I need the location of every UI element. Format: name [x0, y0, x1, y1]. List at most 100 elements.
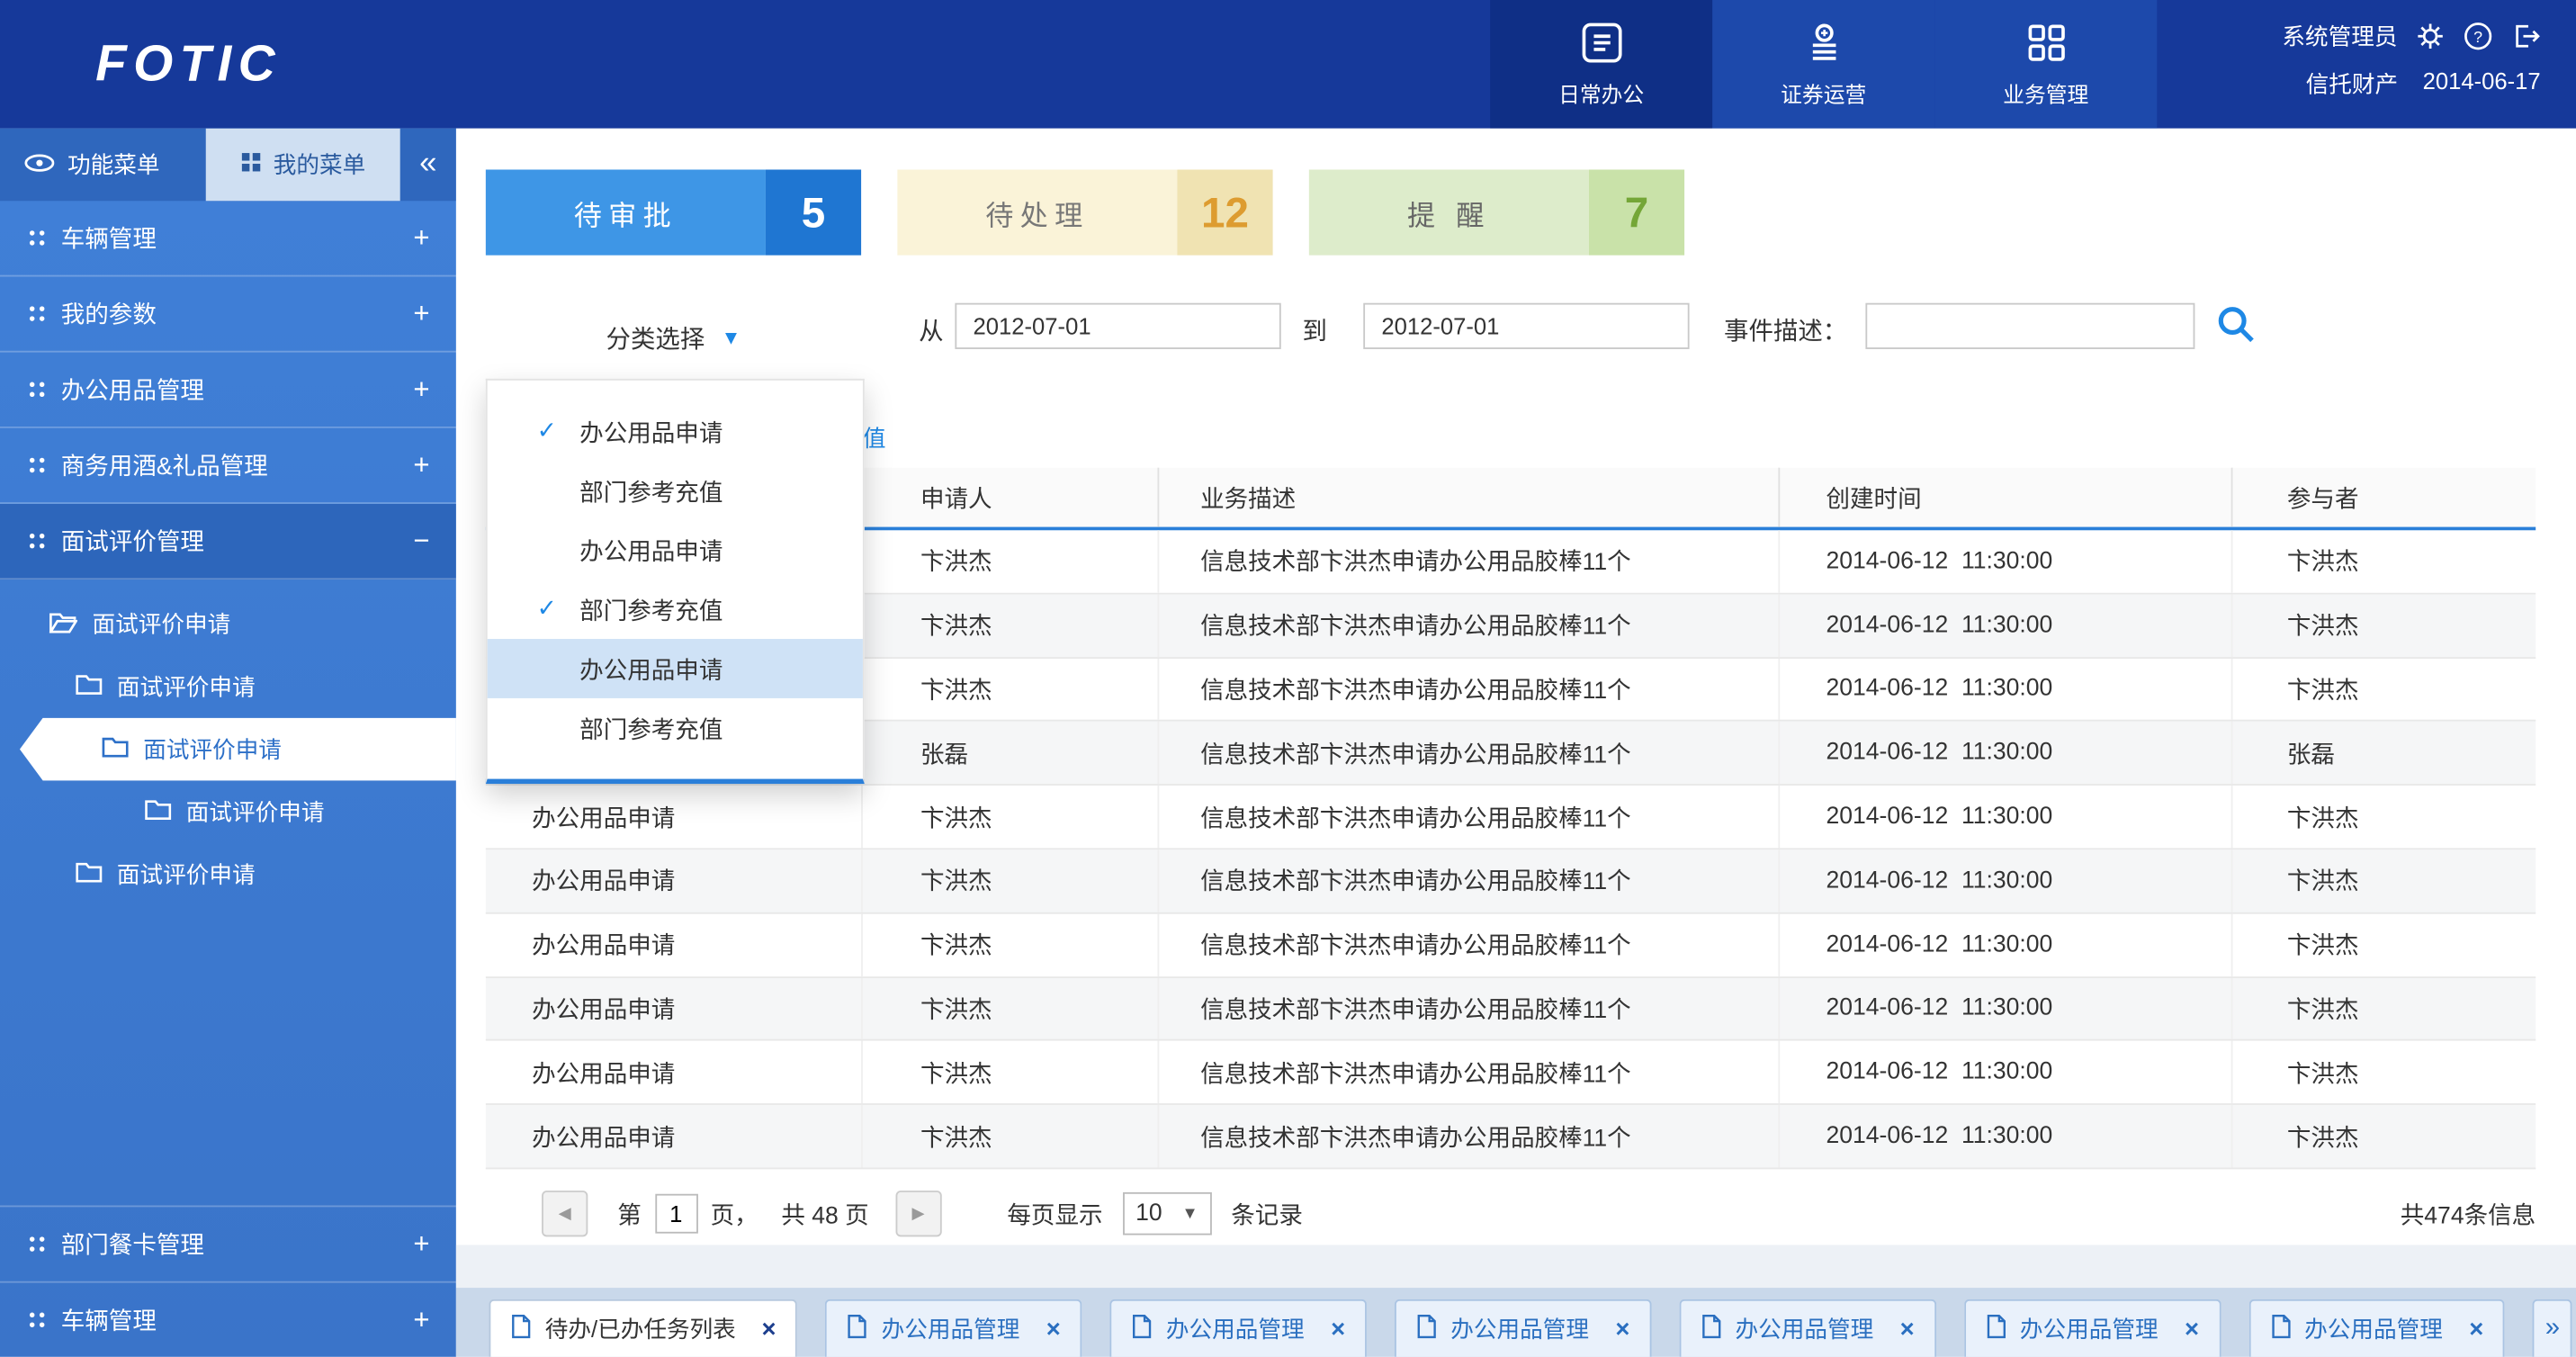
- table-row[interactable]: 办公用品申请 卞洪杰 信息技术部卞洪杰申请办公用品胶棒11个 2014-06-1…: [486, 913, 2536, 977]
- menu-dots-icon: [30, 306, 34, 310]
- card-pending-approval[interactable]: 待审批 5: [486, 169, 861, 255]
- close-icon[interactable]: ×: [1900, 1315, 1915, 1343]
- expand-plus-icon[interactable]: +: [410, 221, 434, 255]
- category-select[interactable]: 分类选择 ▼: [486, 296, 861, 380]
- tree-item-interview-request[interactable]: 面试评价申请: [0, 843, 456, 906]
- table-row[interactable]: 办公用品申请 卞洪杰 信息技术部卞洪杰申请办公用品胶棒11个 2014-06-1…: [486, 1041, 2536, 1105]
- total-records: 共474条信息: [2401, 1196, 2536, 1230]
- expand-plus-icon[interactable]: +: [410, 297, 434, 330]
- date-from-input[interactable]: [955, 303, 1280, 349]
- per-page-select[interactable]: 10 ▼: [1122, 1192, 1211, 1236]
- expand-plus-icon[interactable]: +: [410, 449, 434, 482]
- page-label: 第: [617, 1196, 642, 1230]
- close-icon[interactable]: ×: [761, 1315, 776, 1343]
- sidebar-item-office-supplies[interactable]: 办公用品管理 +: [0, 353, 456, 428]
- more-tabs-button[interactable]: »: [2533, 1299, 2572, 1357]
- card-pending-process[interactable]: 待处理 12: [897, 169, 1272, 255]
- close-icon[interactable]: ×: [2469, 1315, 2483, 1343]
- bottom-tab-office-supplies[interactable]: 办公用品管理 ×: [1110, 1299, 1367, 1357]
- collapse-sidebar-button[interactable]: «: [400, 129, 456, 202]
- expand-plus-icon[interactable]: +: [410, 1227, 434, 1261]
- bottom-tab-task-list[interactable]: 待办/已办任务列表 ×: [489, 1299, 798, 1357]
- status-cards: 待审批 5 待处理 12 提 醒 7: [486, 169, 1684, 255]
- dropdown-option[interactable]: ✓ 办公用品申请: [488, 639, 863, 698]
- event-desc-label: 事件描述：: [1724, 313, 1847, 347]
- collapse-minus-icon[interactable]: −: [410, 525, 434, 558]
- search-icon[interactable]: [2214, 303, 2257, 355]
- tree-item-interview-request[interactable]: 面试评价申请: [0, 655, 456, 718]
- screen: FOTIC 日常办公 证券运营 业务管理: [0, 0, 2576, 1357]
- settings-gear-icon[interactable]: [2416, 22, 2446, 51]
- sidebar-tabs: 功能菜单 我的菜单 «: [0, 129, 456, 202]
- nav-securities[interactable]: 证券运营: [1712, 0, 1934, 129]
- dropdown-option[interactable]: ✓ 部门参考充值: [488, 698, 863, 758]
- grid-icon: [240, 151, 262, 177]
- table-row[interactable]: 办公用品申请 卞洪杰 信息技术部卞洪杰申请办公用品胶棒11个 2014-06-1…: [486, 977, 2536, 1041]
- tree-item-interview-request-selected[interactable]: 面试评价申请: [0, 718, 456, 781]
- sidebar-item-meal-card[interactable]: 部门餐卡管理 +: [0, 1206, 456, 1281]
- help-icon[interactable]: ?: [2464, 22, 2493, 51]
- total-pages: 共 48 页: [781, 1196, 868, 1230]
- bottom-tab-office-supplies[interactable]: 办公用品管理 ×: [2248, 1299, 2505, 1357]
- bottom-tab-office-supplies[interactable]: 办公用品管理 ×: [825, 1299, 1082, 1357]
- count-badge: 12: [1177, 169, 1272, 255]
- pagination: ◀ 第 页， 共 48 页 ▶ 每页显示 10 ▼ 条记录 共474条信息: [486, 1182, 2536, 1245]
- current-date: 2014-06-17: [2423, 67, 2541, 101]
- dropdown-option[interactable]: ✓ 办公用品申请: [488, 520, 863, 580]
- menu-dots-icon: [30, 382, 34, 387]
- to-label: 到: [1303, 313, 1327, 347]
- next-page-button[interactable]: ▶: [895, 1191, 941, 1236]
- nav-business[interactable]: 业务管理: [1934, 0, 2157, 129]
- sidebar-item-vehicle-2[interactable]: 车辆管理 +: [0, 1281, 456, 1357]
- close-icon[interactable]: ×: [1615, 1315, 1629, 1343]
- document-icon: [1416, 1314, 1438, 1344]
- document-icon: [847, 1314, 868, 1344]
- sidebar-item-vehicle[interactable]: 车辆管理 +: [0, 201, 456, 276]
- user-name: 系统管理员: [2282, 20, 2397, 53]
- table-row[interactable]: 办公用品申请 卞洪杰 信息技术部卞洪杰申请办公用品胶棒11个 2014-06-1…: [486, 849, 2536, 913]
- sidebar-item-params[interactable]: 我的参数 +: [0, 276, 456, 352]
- card-reminders[interactable]: 提 醒 7: [1309, 169, 1684, 255]
- dropdown-option[interactable]: ✓ 部门参考充值: [488, 580, 863, 639]
- tab-function-menu[interactable]: 功能菜单: [0, 129, 206, 202]
- category-dropdown: ✓ 办公用品申请 ✓ 部门参考充值 ✓ 办公用品申请 ✓ 部门参考充值 ✓ 办公…: [486, 379, 865, 784]
- event-desc-input[interactable]: [1865, 303, 2195, 349]
- document-icon: [1131, 1314, 1153, 1344]
- tab-my-menu[interactable]: 我的菜单: [206, 129, 400, 202]
- logo: FOTIC: [95, 0, 282, 129]
- dropdown-option[interactable]: ✓ 部门参考充值: [488, 461, 863, 520]
- expand-plus-icon[interactable]: +: [410, 1303, 434, 1336]
- tab-label: 功能菜单: [67, 148, 159, 182]
- nav-label: 证券运营: [1781, 77, 1866, 109]
- securities-icon: [1800, 20, 1846, 71]
- nav-label: 日常办公: [1558, 77, 1644, 109]
- nav-label: 业务管理: [2003, 77, 2088, 109]
- dropdown-option[interactable]: ✓ 办公用品申请: [488, 402, 863, 462]
- sidebar-item-interview-eval[interactable]: 面试评价管理 −: [0, 504, 456, 580]
- page-number-input[interactable]: [654, 1194, 697, 1234]
- bottom-tab-office-supplies[interactable]: 办公用品管理 ×: [1964, 1299, 2221, 1357]
- close-icon[interactable]: ×: [1331, 1315, 1345, 1343]
- date-to-input[interactable]: [1363, 303, 1689, 349]
- document-icon: [1701, 1314, 1722, 1344]
- menu-dots-icon: [30, 1313, 34, 1317]
- prev-page-button[interactable]: ◀: [542, 1191, 588, 1236]
- table-row[interactable]: 办公用品申请 卞洪杰 信息技术部卞洪杰申请办公用品胶棒11个 2014-06-1…: [486, 786, 2536, 849]
- bottom-tab-office-supplies[interactable]: 办公用品管理 ×: [1395, 1299, 1651, 1357]
- eye-icon: [24, 151, 54, 177]
- folder-icon: [102, 736, 128, 762]
- app-window: FOTIC 日常办公 证券运营 业务管理: [0, 0, 2576, 1357]
- nav-daily-office[interactable]: 日常办公: [1490, 0, 1712, 129]
- close-icon[interactable]: ×: [1046, 1315, 1061, 1343]
- expand-plus-icon[interactable]: +: [410, 373, 434, 406]
- document-icon: [2270, 1314, 2292, 1344]
- bottom-tab-office-supplies[interactable]: 办公用品管理 ×: [1679, 1299, 1935, 1357]
- logout-icon[interactable]: [2511, 22, 2541, 51]
- close-icon[interactable]: ×: [2185, 1315, 2199, 1343]
- sidebar-item-business-gifts[interactable]: 商务用酒&礼品管理 +: [0, 428, 456, 504]
- main-content: 待审批 5 待处理 12 提 醒 7 分类选择 ▼ 从 到 事件描述： 值: [456, 129, 2576, 1357]
- tree-item-interview-request[interactable]: 面试评价申请: [0, 593, 456, 656]
- table-row[interactable]: 办公用品申请 卞洪杰 信息技术部卞洪杰申请办公用品胶棒11个 2014-06-1…: [486, 1105, 2536, 1169]
- check-icon: ✓: [537, 418, 563, 445]
- tree-item-interview-request[interactable]: 面试评价申请: [0, 780, 456, 843]
